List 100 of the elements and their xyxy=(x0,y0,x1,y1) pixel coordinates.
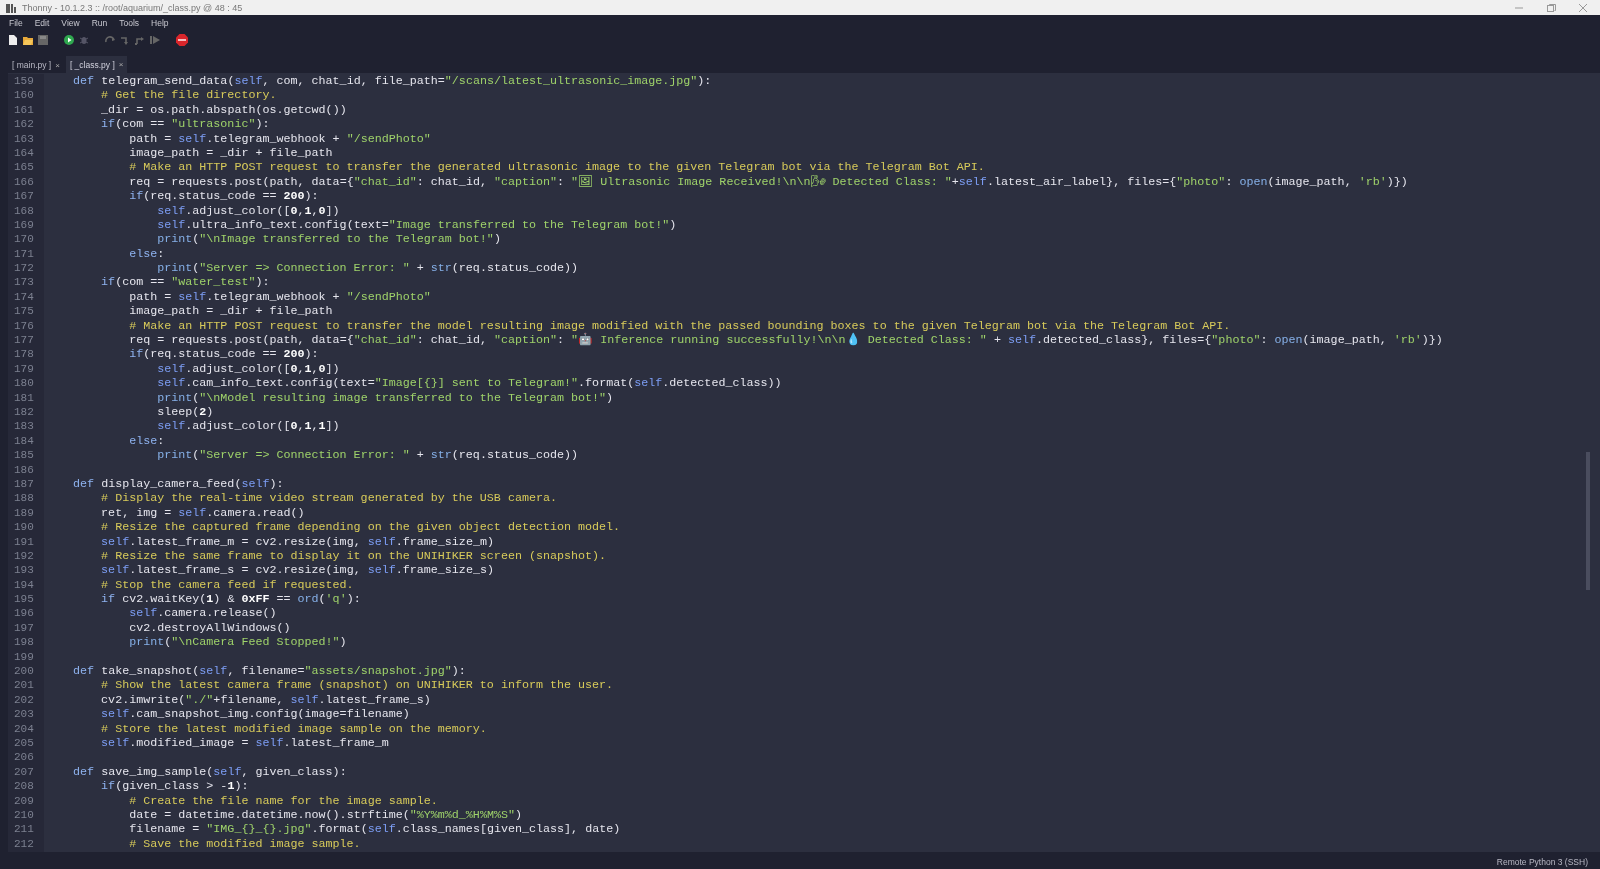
line-number: 163 xyxy=(13,131,34,146)
menu-item[interactable]: Run xyxy=(91,17,108,28)
window-title: Thonny - 10.1.2.3 :: /root/aquarium/_class.py @ 48 : 45 xyxy=(22,2,243,13)
line-number: 184 xyxy=(13,433,34,449)
code-line: # Get the file directory. xyxy=(100,88,277,103)
code-line: _dir = os.path.abspath(os.getcwd()) xyxy=(100,102,347,118)
line-number: 211 xyxy=(13,822,34,837)
line-number: 178 xyxy=(13,347,34,362)
line-number: 162 xyxy=(13,117,34,132)
line-number: 174 xyxy=(13,289,34,305)
code-line: # Make an HTTP POST request to transfer the generated ultrasonic image to the given Telegram bot via the Telegram Bot API. xyxy=(128,160,985,175)
code-line: def save_img_sample(self, given_class): xyxy=(72,764,347,780)
line-number: 204 xyxy=(13,721,34,736)
close-tab-icon[interactable]: × xyxy=(118,60,124,69)
line-number: 203 xyxy=(13,707,34,722)
step-into-icon[interactable] xyxy=(120,35,130,45)
line-number: 161 xyxy=(13,102,34,118)
code-line: # Make an HTTP POST request to transfer the model resulting image modified with the passed bounding boxes to the given Telegram bot via the Telegram Bot API. xyxy=(128,318,1231,333)
code-line: self.latest_frame_m = cv2.resize(img, self.frame_size_m) xyxy=(100,534,494,549)
code-line: print("\nCamera Feed Stopped!") xyxy=(128,635,347,650)
line-number: 208 xyxy=(13,779,34,794)
file-tab[interactable]: [ _class.py ] × xyxy=(65,56,128,73)
step-over-icon[interactable] xyxy=(105,35,115,45)
line-number: 210 xyxy=(13,807,34,823)
code-line: self.modified_image = self.latest_frame_m xyxy=(100,735,389,751)
line-number: 188 xyxy=(13,491,34,506)
code-line: # Resize the captured frame depending on the given object detection model. xyxy=(100,520,621,535)
code-line: if(req.status_code == 200): xyxy=(128,189,319,204)
close-icon[interactable] xyxy=(1578,2,1588,13)
code-line: # Save the modified image sample. xyxy=(128,836,361,852)
line-number: 159 xyxy=(13,74,34,89)
line-number: 169 xyxy=(13,217,34,233)
line-number: 209 xyxy=(13,793,34,808)
line-number: 171 xyxy=(13,246,34,262)
code-line: date = datetime.datetime.now().strftime("%Y%m%d_%H%M%S") xyxy=(128,807,522,823)
line-number: 190 xyxy=(13,520,34,535)
code-line: if(req.status_code == 200): xyxy=(128,347,319,362)
code-line: self.ultra_info_text.config(text="Image transferred to the Telegram bot!") xyxy=(156,217,677,233)
line-number: 177 xyxy=(13,333,34,348)
line-number: 191 xyxy=(13,534,34,549)
step-out-icon[interactable] xyxy=(135,35,145,45)
line-number: 165 xyxy=(13,160,34,175)
line-number: 189 xyxy=(13,505,34,521)
line-number: 187 xyxy=(13,476,34,492)
code-line: print("Server => Connection Error: " + str(req.status_code)) xyxy=(156,261,579,276)
line-number: 201 xyxy=(13,678,34,693)
menu-item[interactable]: Edit xyxy=(34,17,50,28)
code-line: if(given_class > -1): xyxy=(100,779,249,794)
resume-icon[interactable] xyxy=(150,35,160,45)
open-folder-icon[interactable] xyxy=(23,35,33,45)
code-line: # Display the real-time video stream generated by the USB camera. xyxy=(100,491,557,506)
line-number: 166 xyxy=(13,174,34,190)
code-line: def display_camera_feed(self): xyxy=(72,476,284,492)
interpreter-status[interactable]: Remote Python 3 (SSH) xyxy=(1496,857,1588,867)
menu-item[interactable]: File xyxy=(9,17,23,28)
line-number: 164 xyxy=(13,145,34,161)
line-number: 195 xyxy=(13,592,34,607)
code-line: # Show the latest camera frame (snapshot) on UNIHIKER to inform the user. xyxy=(100,678,614,693)
line-number: 200 xyxy=(13,664,34,679)
code-line: if cv2.waitKey(1) & 0xFF == ord('q'): xyxy=(100,592,361,607)
close-tab-icon[interactable]: × xyxy=(55,60,60,70)
line-number: 160 xyxy=(13,88,34,103)
code-line: def take_snapshot(self, filename="assets/snapshot.jpg"): xyxy=(72,664,466,679)
code-line: req = requests.post(path, data={"chat_id": chat_id, "caption": "🤖 Inference running successfully!\n\n💧 Detected Class: " + self.detected_class}, files={"photo": open(image_path, 'rb')}) xyxy=(128,333,1443,348)
new-file-icon[interactable] xyxy=(8,35,18,45)
code-line: image_path = _dir + file_path xyxy=(128,145,333,161)
line-number: 167 xyxy=(13,189,34,204)
line-number: 192 xyxy=(13,548,34,564)
code-line: self.cam_snapshot_img.config(image=filename) xyxy=(100,707,410,722)
line-number: 206 xyxy=(13,750,34,765)
save-icon[interactable] xyxy=(38,35,48,45)
line-number: 202 xyxy=(13,692,34,708)
code-line: path = self.telegram_webhook + "/sendPhoto" xyxy=(128,289,431,305)
stop-icon[interactable] xyxy=(176,34,188,46)
line-number: 172 xyxy=(13,261,34,276)
code-line: self.adjust_color([0,1,0]) xyxy=(156,361,340,377)
line-number: 168 xyxy=(13,203,34,218)
line-number: 212 xyxy=(13,836,34,852)
bug-icon[interactable] xyxy=(79,35,89,45)
code-line: self.cam_info_text.config(text="Image[{}] sent to Telegram!".format(self.detected_class)) xyxy=(156,376,782,391)
line-number: 207 xyxy=(13,764,34,780)
line-number: 194 xyxy=(13,577,34,593)
code-line: cv2.imwrite("./"+filename, self.latest_frame_s) xyxy=(100,692,431,708)
menu-item[interactable]: Help xyxy=(151,17,169,28)
restore-icon[interactable] xyxy=(1546,2,1556,13)
line-number: 170 xyxy=(13,232,34,247)
menu-item[interactable]: Tools xyxy=(119,17,140,28)
line-number: 197 xyxy=(13,620,34,636)
code-line: self.latest_frame_s = cv2.resize(img, self.frame_size_s) xyxy=(100,563,494,578)
line-number: 196 xyxy=(13,606,34,621)
app-logo-icon xyxy=(6,2,16,13)
code-line: req = requests.post(path, data={"chat_id": chat_id, "caption": "🖼 Ultrasonic Image Received!\n\n🌬 Detected Class: "+self.latest_air_label}, files={"photo": open(image_path, 'rb')}) xyxy=(128,174,1408,190)
line-number: 180 xyxy=(13,376,34,391)
run-icon[interactable] xyxy=(64,35,74,45)
line-number: 175 xyxy=(13,304,34,319)
line-number: 173 xyxy=(13,275,34,290)
menu-item[interactable]: View xyxy=(61,17,80,28)
line-number: 199 xyxy=(13,649,34,664)
code-line: if(com == "water_test"): xyxy=(100,275,270,290)
line-number: 198 xyxy=(13,635,34,650)
